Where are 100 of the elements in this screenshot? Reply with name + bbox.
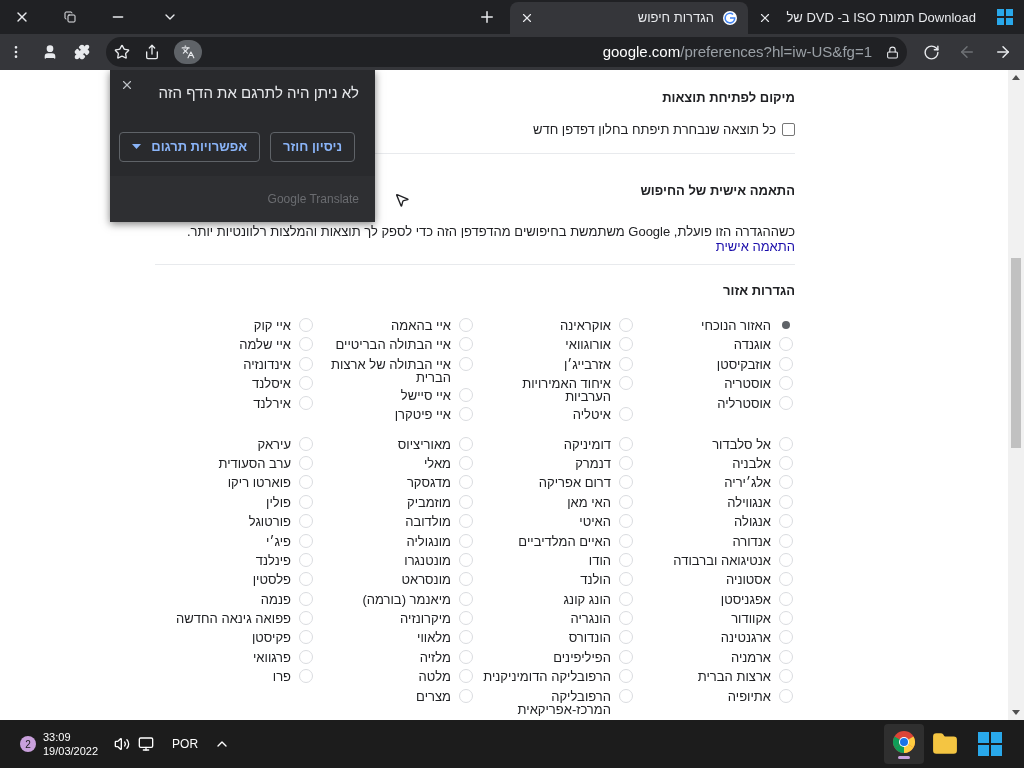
region-label: האזור הנוכחי [701,317,771,334]
region-label: פורטוגל [248,513,291,531]
region-label: האי מאן [567,493,611,511]
region-label: מלזיה [419,648,451,666]
browser-tab[interactable]: הגדרות חיפוש [510,2,748,34]
region-label: פנמה [260,590,291,608]
region-label: איי פיטקרן [394,406,451,424]
region-label: פלסטין [252,571,291,589]
section-heading: הגדרות אזור [723,281,795,300]
region-label: אנגווילה [727,493,771,511]
region-label: איי בהאמה [391,317,451,334]
translate-button[interactable] [174,40,202,64]
scroll-up-icon[interactable] [1012,75,1020,80]
forward-icon[interactable] [958,43,976,61]
date-text: 19/03/2022 [43,744,99,758]
section-heading: מיקום לפתיחת תוצאות [662,89,795,107]
region-label: אוסטריה [724,375,771,393]
share-icon[interactable] [144,44,160,60]
tab-title: Download תמונת ISO ב- DVD של [785,9,976,28]
region-label: אנטיגואה וברבודה [673,551,771,569]
checkbox[interactable] [782,122,795,136]
region-label: ערב הסעודית [218,454,291,472]
region-label: איסלנד [252,375,291,393]
region-label: איטליה [572,406,611,424]
back-icon[interactable] [994,43,1012,61]
region-label: מונטנגרו [404,551,451,569]
region-label: מיקרונזיה [400,610,451,628]
region-label: אזרבייג׳ן [563,355,611,373]
region-label: אפגניסטן [720,590,771,608]
retry-button[interactable]: ניסיון חוזר [270,131,355,162]
region-label: פקיסטן [251,629,291,647]
new-tab-icon[interactable] [478,8,496,26]
region-label: אסטוניה [726,571,771,589]
file-explorer-icon[interactable] [932,731,958,757]
region-label: מולדובה [405,513,451,531]
personalization-link[interactable]: התאמה אישית [715,238,795,254]
notification-badge[interactable]: 2 [20,736,36,752]
region-label: הודו [588,551,611,569]
region-label: מאוריציוס [397,435,451,453]
network-icon[interactable] [138,736,155,752]
region-label: מלאווי [417,629,451,647]
popup-title: לא ניתן היה לתרגם את הדף הזה [158,83,359,103]
reload-icon[interactable] [923,43,940,61]
lock-icon[interactable] [886,45,899,59]
region-label: ארמניה [730,648,771,666]
region-label: איי הבתולה של ארצות הברית [330,355,451,386]
region-label: הונג קונג [563,590,611,608]
mouse-cursor-icon [394,192,410,208]
region-label: מיאנמר (בורמה) [362,590,451,608]
close-tab-icon[interactable] [520,11,534,25]
region-label: הרפובליקה הדומיניקנית [483,668,611,686]
region-label: דרום אפריקה [538,474,611,492]
profile-icon[interactable] [42,44,58,60]
region-label: פוארטו ריקו [227,474,291,492]
region-label: פפואה גינאה החדשה [176,610,291,628]
region-label: מוזמביק [407,493,451,511]
address-text: google.com/preferences?hl=iw-US&fg=1 [602,41,872,62]
caret-icon [132,144,142,149]
chrome-icon[interactable] [892,729,916,754]
windows-logo-icon[interactable] [997,9,1013,25]
taskbar-app[interactable] [884,724,924,764]
scrollbar[interactable] [1008,70,1024,720]
region-label: הונגריה [570,610,611,628]
region-label: הולנד [580,571,611,589]
section-heading: התאמה אישית של החיפוש [640,182,795,200]
volume-icon[interactable] [114,736,131,752]
start-icon[interactable] [978,732,1002,756]
region-label: פיג׳י [266,532,291,550]
region-label: מלטה [418,668,451,686]
region-label: הרפובליקה המרכז-אפריקאית [516,687,611,718]
language-indicator[interactable]: POR [172,735,199,753]
region-label: אנדורה [732,532,771,550]
region-label: פינלנד [255,551,291,569]
address-bar[interactable]: google.com/preferences?hl=iw-US&fg=1 [106,37,907,67]
region-label: האיטי [579,513,611,531]
browser-tab[interactable]: Download תמונת ISO ב- DVD של [748,2,986,34]
region-label: דנמרק [575,454,611,472]
region-label: ארצות הברית [697,668,771,686]
region-label: איי שלמה [239,336,291,354]
region-label: אוקראינה [560,317,611,334]
region-label: פולין [266,493,291,511]
region-label: אל סלבדור [712,435,771,453]
translate-icon [181,45,195,59]
region-label: מצרים [416,687,451,705]
options-dropdown-button[interactable]: אפשרויות תרגום [119,131,260,162]
scrollbar-thumb[interactable] [1011,258,1021,448]
region-label: מאלי [423,454,451,472]
region-label: מדגסקר [406,474,451,492]
region-label: דומיניקה [563,435,611,453]
extensions-icon[interactable] [74,44,90,60]
clock[interactable]: 33:09 19/03/2022 [43,730,99,758]
region-label: אנגולה [734,513,771,531]
region-label: איי הבתולה הבריטיים [335,336,451,354]
bookmark-icon[interactable] [114,44,130,60]
close-tab-icon[interactable] [758,11,772,25]
close-icon[interactable] [120,78,134,92]
restore-icon[interactable] [64,11,76,23]
checkbox-label: כל תוצאה שנבחרת תיפתח בחלון דפדפן חדש [532,120,776,139]
region-label: מונגוליה [406,532,451,550]
scroll-down-icon[interactable] [1012,710,1020,715]
